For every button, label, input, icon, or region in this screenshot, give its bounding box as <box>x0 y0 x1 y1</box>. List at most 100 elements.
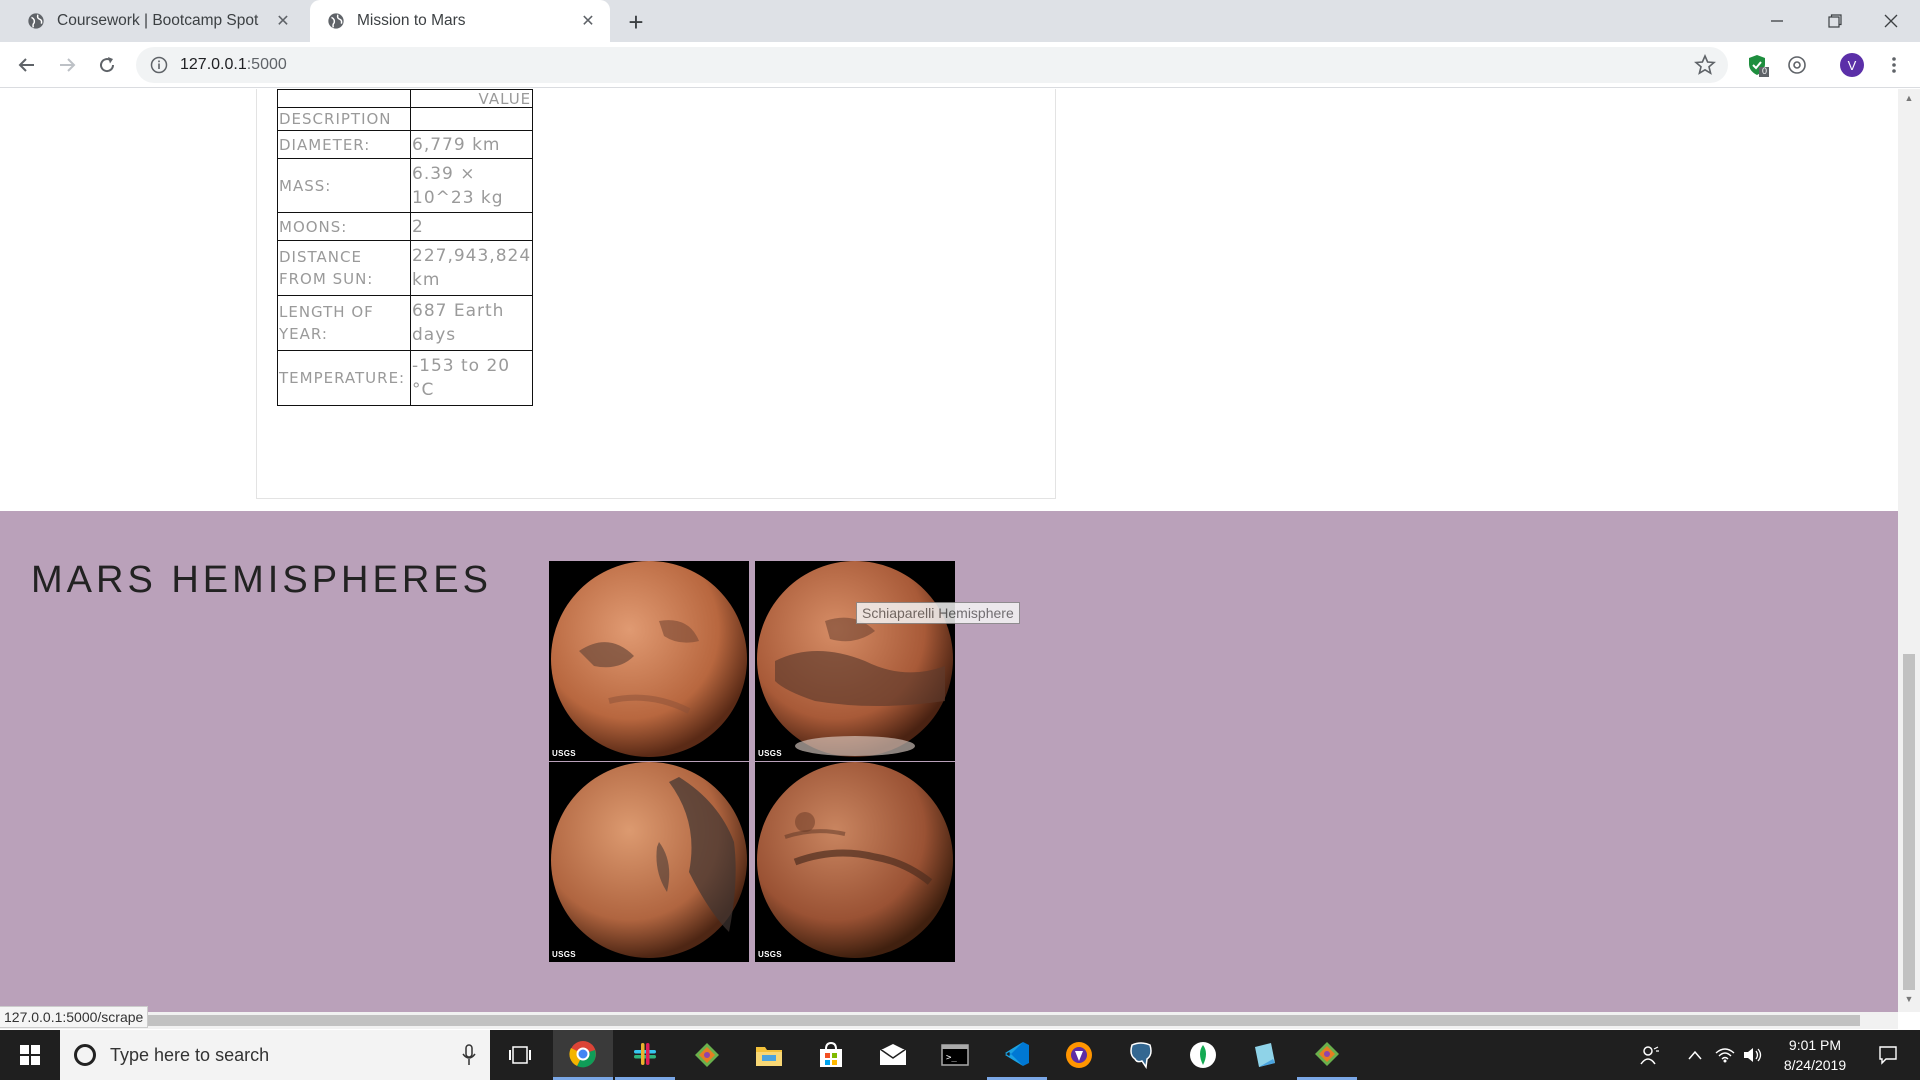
horizontal-scroll-thumb[interactable] <box>0 1015 1860 1026</box>
reload-icon <box>100 57 115 73</box>
extension-shield-icon[interactable]: 0 <box>1745 53 1769 77</box>
windows-taskbar: Type here to search >_ 9:01 PM 8/24/2019 <box>0 1030 1920 1080</box>
usgs-label: USGS <box>758 749 782 758</box>
hemisphere-image-cerberus[interactable]: USGS <box>549 561 749 761</box>
restore-button[interactable] <box>1806 0 1864 42</box>
vertical-scroll-thumb[interactable] <box>1903 654 1915 990</box>
fact-key: DISTANCE FROM SUN: <box>277 240 411 296</box>
mars-globe-image <box>757 561 953 757</box>
file-explorer-icon[interactable] <box>739 1030 799 1080</box>
forward-button[interactable] <box>51 49 83 81</box>
extension-circle-icon[interactable] <box>1785 53 1809 77</box>
table-header-description: DESCRIPTION <box>277 107 411 131</box>
menu-kebab-icon[interactable] <box>1882 53 1906 77</box>
git-kraken-icon[interactable] <box>677 1030 737 1080</box>
table-row: DISTANCE FROM SUN: 227,943,824 km <box>277 240 534 296</box>
taskbar-search-box[interactable]: Type here to search <box>60 1030 490 1080</box>
fact-value: 687 Earth days <box>409 295 534 351</box>
tab-coursework[interactable]: Coursework | Bootcamp Spot ✕ <box>10 0 305 42</box>
fact-value: 2 <box>409 212 534 241</box>
back-button[interactable] <box>11 49 43 81</box>
globe-icon <box>28 13 44 29</box>
notifications-icon[interactable] <box>1868 1030 1908 1080</box>
chevron-up-icon[interactable] <box>1682 1030 1708 1080</box>
usgs-label: USGS <box>552 950 576 959</box>
fact-value: 6,779 km <box>409 130 534 159</box>
hemisphere-image-schiaparelli[interactable]: USGS <box>755 561 955 761</box>
start-button[interactable] <box>0 1030 60 1080</box>
wifi-icon[interactable] <box>1712 1030 1738 1080</box>
mongodb-icon[interactable] <box>1173 1030 1233 1080</box>
new-tab-button[interactable]: + <box>622 7 650 37</box>
git-kraken-taskbar-icon[interactable] <box>1297 1030 1357 1080</box>
task-view-icon[interactable] <box>490 1030 550 1080</box>
scroll-down-arrow-icon[interactable]: ▼ <box>1903 994 1915 1006</box>
bookmark-star-icon[interactable] <box>1694 54 1716 76</box>
mars-facts-table: VALUE DESCRIPTION DIAMETER: 6,779 km MAS… <box>277 89 534 406</box>
people-icon[interactable] <box>1635 1030 1665 1080</box>
table-row: MASS: 6.39 × 10^23 kg <box>277 158 534 213</box>
table-row: DESCRIPTION <box>277 107 534 131</box>
table-row: TEMPERATURE: -153 to 20 °C <box>277 350 534 406</box>
status-bar-url: 127.0.0.1:5000/scrape <box>0 1006 149 1028</box>
mars-globe-image <box>551 561 747 757</box>
globe-icon <box>328 13 344 29</box>
minimize-button[interactable] <box>1748 0 1806 42</box>
table-header-value: VALUE <box>409 89 534 108</box>
fact-value: -153 to 20 °C <box>409 350 534 406</box>
page-viewport: VALUE DESCRIPTION DIAMETER: 6,779 km MAS… <box>0 89 1898 1012</box>
fact-key: LENGTH OF YEAR: <box>277 295 411 351</box>
table-row: DIAMETER: 6,779 km <box>277 130 534 159</box>
browser-alt-icon[interactable] <box>1049 1030 1109 1080</box>
fact-key: MASS: <box>277 158 411 213</box>
url-port: :5000 <box>246 56 287 73</box>
tab-close-icon[interactable]: ✕ <box>578 11 598 31</box>
close-icon <box>1884 14 1898 28</box>
postgres-icon[interactable] <box>1111 1030 1171 1080</box>
store-icon[interactable] <box>801 1030 861 1080</box>
reload-button[interactable] <box>91 49 123 81</box>
tab-strip: Coursework | Bootcamp Spot ✕ Mission to … <box>0 0 1920 42</box>
table-header-empty <box>277 89 411 108</box>
hemispheres-title: MARS HEMISPHERES <box>31 559 492 601</box>
table-row: MOONS: 2 <box>277 212 534 241</box>
hemispheres-section: MARS HEMISPHERES USGS USGS USGS USGS <box>0 511 1898 1012</box>
usgs-label: USGS <box>758 950 782 959</box>
taskbar-clock[interactable]: 9:01 PM 8/24/2019 <box>1760 1035 1870 1075</box>
close-window-button[interactable] <box>1862 0 1920 42</box>
cortana-icon <box>74 1044 96 1066</box>
hemisphere-image-valles-marineris[interactable]: USGS <box>755 762 955 962</box>
table-header-row: VALUE <box>277 89 534 108</box>
mars-globe-image <box>551 762 747 958</box>
browser-toolbar: 127.0.0.1:5000 0 V <box>0 42 1920 88</box>
image-tooltip: Schiaparelli Hemisphere <box>856 602 1020 624</box>
arrow-left-icon <box>18 58 34 72</box>
hemisphere-image-syrtis-major[interactable]: USGS <box>549 762 749 962</box>
vertical-scrollbar[interactable]: ▲ ▼ <box>1898 89 1920 1012</box>
table-cell-empty <box>409 107 534 131</box>
usgs-label: USGS <box>552 749 576 758</box>
mars-globe-image <box>757 762 953 958</box>
vscode-icon[interactable] <box>987 1030 1047 1080</box>
tab-mission-to-mars[interactable]: Mission to Mars ✕ <box>310 0 610 42</box>
fact-key: MOONS: <box>277 212 411 241</box>
address-bar[interactable]: 127.0.0.1:5000 <box>136 47 1728 83</box>
notes-app-icon[interactable] <box>1235 1030 1295 1080</box>
windows-logo-icon <box>20 1045 40 1065</box>
profile-initial: V <box>1840 53 1864 77</box>
profile-avatar[interactable]: V <box>1840 53 1864 77</box>
chrome-taskbar-icon[interactable] <box>553 1030 613 1080</box>
restore-icon <box>1828 14 1842 28</box>
table-row: LENGTH OF YEAR: 687 Earth days <box>277 295 534 351</box>
slack-taskbar-icon[interactable] <box>615 1030 675 1080</box>
microphone-icon[interactable] <box>462 1044 476 1066</box>
fact-key: TEMPERATURE: <box>277 350 411 406</box>
horizontal-scrollbar[interactable] <box>0 1012 1898 1029</box>
terminal-icon[interactable]: >_ <box>925 1030 985 1080</box>
clock-date: 8/24/2019 <box>1783 1057 1847 1073</box>
tab-close-icon[interactable]: ✕ <box>273 11 293 31</box>
scroll-up-arrow-icon[interactable]: ▲ <box>1903 93 1915 105</box>
mail-icon[interactable] <box>863 1030 923 1080</box>
arrow-right-icon <box>60 58 76 72</box>
search-placeholder: Type here to search <box>110 1044 270 1065</box>
